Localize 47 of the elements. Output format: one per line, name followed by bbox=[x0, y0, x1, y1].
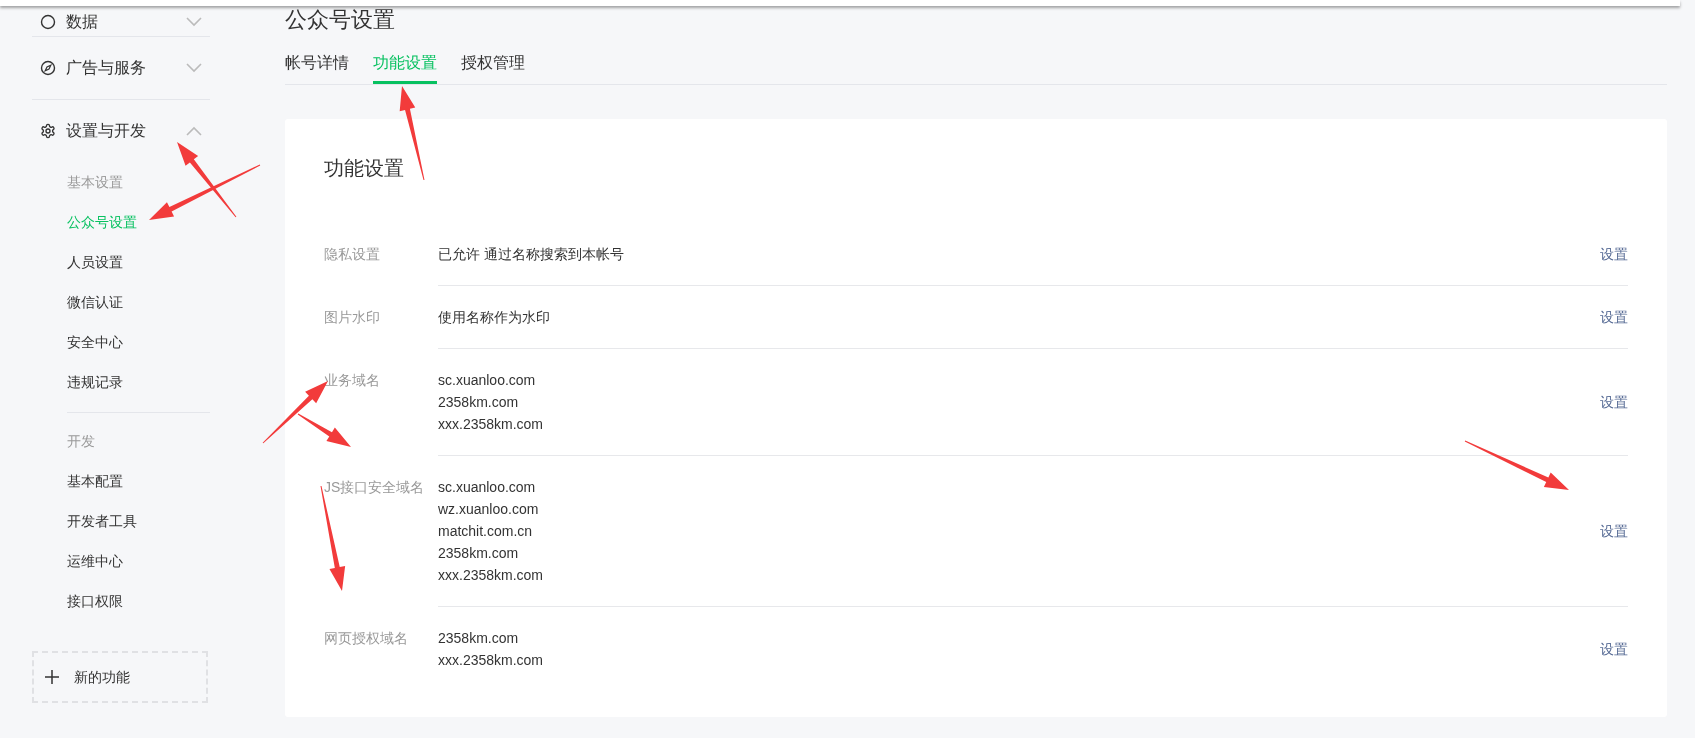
row-value: xxx.2358km.com bbox=[438, 566, 545, 585]
row-value: matchit.com.cn bbox=[438, 522, 534, 541]
row-label: 网页授权域名 bbox=[324, 629, 409, 648]
row-label: 隐私设置 bbox=[324, 245, 381, 264]
settings-link[interactable]: 设置 bbox=[1600, 306, 1628, 328]
group-heading: 开发 bbox=[67, 431, 96, 451]
chevron-up-icon bbox=[186, 126, 202, 136]
row-value: 2358km.com bbox=[438, 393, 520, 412]
plus-icon bbox=[44, 669, 60, 685]
settings-link[interactable]: 设置 bbox=[1600, 520, 1628, 542]
sidebar-item[interactable]: 违规记录 bbox=[67, 362, 210, 402]
row-value: xxx.2358km.com bbox=[438, 651, 545, 670]
row-value: 2358km.com bbox=[438, 629, 520, 648]
row-value: sc.xuanloo.com bbox=[438, 478, 537, 497]
settings-link[interactable]: 设置 bbox=[1600, 638, 1628, 660]
row-label: 图片水印 bbox=[324, 308, 381, 327]
settings-link[interactable]: 设置 bbox=[1600, 391, 1628, 413]
chevron-down-icon bbox=[186, 63, 202, 73]
sidebar-item[interactable]: 运维中心 bbox=[67, 541, 210, 581]
sidebar-item[interactable]: 开发者工具 bbox=[67, 501, 210, 541]
page-title: 公众号设置 bbox=[285, 6, 396, 34]
row-value: 已允许 通过名称搜索到本帐号 bbox=[438, 245, 625, 264]
tab[interactable]: 帐号详情 bbox=[285, 44, 349, 84]
tab[interactable]: 授权管理 bbox=[461, 44, 525, 84]
settings-link[interactable]: 设置 bbox=[1600, 243, 1628, 265]
add-feature-button[interactable]: 新的功能 bbox=[32, 651, 208, 703]
sidebar-section[interactable]: 数据 bbox=[32, 8, 210, 36]
row-label: JS接口安全域名 bbox=[324, 478, 426, 497]
card-title: 功能设置 bbox=[324, 156, 405, 181]
sidebar-section[interactable]: 广告与服务 bbox=[32, 37, 210, 99]
row-value: wz.xuanloo.com bbox=[438, 500, 540, 519]
sidebar-item[interactable]: 基本配置 bbox=[67, 461, 210, 501]
sidebar-item[interactable]: 人员设置 bbox=[67, 242, 210, 282]
sidebar-item[interactable]: 微信认证 bbox=[67, 282, 210, 322]
clock-icon bbox=[40, 14, 56, 30]
row-value: xxx.2358km.com bbox=[438, 415, 545, 434]
sidebar-item[interactable]: 接口权限 bbox=[67, 581, 210, 621]
settings-icon bbox=[40, 123, 56, 139]
row-value: sc.xuanloo.com bbox=[438, 371, 537, 390]
compass-icon bbox=[40, 60, 56, 76]
sidebar-item[interactable]: 安全中心 bbox=[67, 322, 210, 362]
row-value: 2358km.com bbox=[438, 544, 520, 563]
chevron-down-icon bbox=[186, 17, 202, 27]
row-label: 业务域名 bbox=[324, 371, 381, 390]
group-heading: 基本设置 bbox=[67, 172, 124, 192]
sidebar-section[interactable]: 设置与开发 bbox=[32, 100, 210, 162]
row-value: 使用名称作为水印 bbox=[438, 308, 551, 327]
